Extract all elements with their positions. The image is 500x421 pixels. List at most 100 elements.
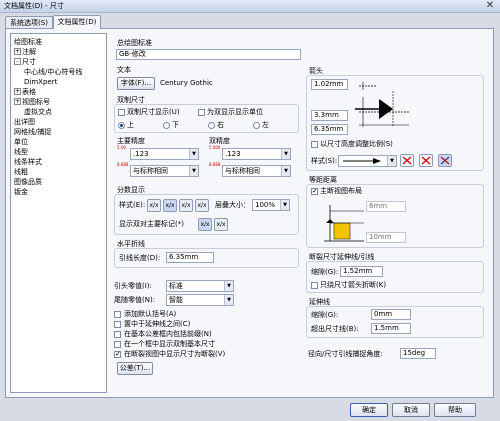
tree-item-image-quality[interactable]: 图像品质 <box>14 177 42 187</box>
tree-label: 线条样式 <box>14 158 42 166</box>
pos-left-radio[interactable] <box>253 122 260 129</box>
tree-label: 图像品质 <box>14 178 42 186</box>
tree-item-drafting-standard[interactable]: 绘图标准 <box>14 37 42 47</box>
option-4-checkbox[interactable] <box>114 341 121 348</box>
tree-item-detailing[interactable]: 出详图 <box>14 117 35 127</box>
break-gap-field[interactable]: 1.52mm <box>340 266 383 277</box>
expand-icon[interactable]: + <box>14 98 21 105</box>
break-gap-label: 缩隙(G): <box>311 268 339 276</box>
dual-mark-1-button[interactable]: x/x <box>198 218 212 231</box>
tolerance-preview-icon: 8.888 <box>117 162 129 167</box>
chevron-down-icon: ▼ <box>189 149 198 159</box>
option-5-label: 在断裂视图中显示尺寸为断裂(V) <box>124 350 226 358</box>
dual-precision-select[interactable]: .123 ▼ <box>222 148 291 160</box>
tree-item-units[interactable]: 单位 <box>14 137 28 147</box>
option-5-checkbox[interactable]: ✓ <box>114 351 121 358</box>
collapse-icon[interactable]: - <box>14 58 21 65</box>
tree-item-dimensions[interactable]: - 尺寸 <box>14 57 36 67</box>
arrow-style-select[interactable]: ▼ <box>338 155 397 167</box>
fraction-style-label: 样式(E): <box>119 201 146 209</box>
pos-left-label: 左 <box>262 121 269 129</box>
tolerance-button[interactable]: 公差(T)... <box>117 362 153 375</box>
fraction-style-4-button[interactable]: x/x <box>195 199 209 212</box>
primary-tolerance-precision-select[interactable]: 与标称相同 ▼ <box>130 165 199 177</box>
tree-item-sheet-metal[interactable]: 钣金 <box>14 187 28 197</box>
tab-document-properties[interactable]: 文档属性(D) <box>53 15 101 29</box>
chevron-down-icon: ▼ <box>224 295 233 305</box>
arrow-style-preview-icon <box>343 158 381 164</box>
dual-precision-preview-icon: 5.000 <box>209 145 221 150</box>
tree-label: 表格 <box>22 88 36 96</box>
tree-item-view-labels[interactable]: + 视图标号 <box>14 97 50 107</box>
dual-units-checkbox[interactable] <box>198 109 205 116</box>
tree-item-centerlines[interactable]: 中心线/中心符号线 <box>24 67 82 77</box>
trailing-zeros-select[interactable]: 智能 ▼ <box>166 294 234 306</box>
tree-item-annotations[interactable]: + 注解 <box>14 47 36 57</box>
option-1-checkbox[interactable] <box>114 311 121 318</box>
arrow-width-field[interactable]: 1.02mm <box>311 79 348 90</box>
dual-display-checkbox[interactable] <box>118 109 125 116</box>
tree-item-line-font[interactable]: 线型 <box>14 147 28 157</box>
font-button[interactable]: 字体(F)... <box>117 77 155 90</box>
arrow-length-field[interactable]: 6.35mm <box>311 124 348 135</box>
overall-standard-field: GB-修改 <box>116 49 301 60</box>
pos-bottom-label: 下 <box>172 121 179 129</box>
snap-layout-label: 主断视图布局 <box>320 187 362 195</box>
arrow-inside-icon[interactable] <box>419 154 433 167</box>
select-value: 与标称相同 <box>225 167 260 175</box>
tree-item-dimxpert[interactable]: DimXpert <box>24 77 57 87</box>
fraction-style-3-button[interactable]: x/x <box>179 199 193 212</box>
offset-1-field[interactable]: 6mm <box>366 201 406 212</box>
tree-item-virtual-sharps[interactable]: 虚拟交点 <box>24 107 52 117</box>
font-name: Century Gothic <box>160 79 213 87</box>
window-title: 文档属性(D) - 尺寸 <box>4 2 64 10</box>
stack-size-label: 层叠大小： <box>215 201 250 209</box>
tree-item-line-thickness[interactable]: 线粗 <box>14 167 28 177</box>
fraction-style-2-button[interactable]: x/x <box>163 199 177 212</box>
pos-right-radio[interactable] <box>208 122 215 129</box>
offset-2-field[interactable]: 10mm <box>366 232 406 243</box>
dual-tolerance-preview-icon: 8.888 <box>209 162 221 167</box>
extension-gap-field[interactable]: 0mm <box>371 309 411 320</box>
beyond-field[interactable]: 1.5mm <box>371 323 411 334</box>
fraction-style-1-button[interactable]: x/x <box>147 199 161 212</box>
arrow-height-field[interactable]: 3.3mm <box>311 110 348 121</box>
tree-label: 出详图 <box>14 118 35 126</box>
ok-button[interactable]: 确定 <box>350 403 388 417</box>
tree-item-line-style[interactable]: 线条样式 <box>14 157 42 167</box>
option-3-checkbox[interactable] <box>114 331 121 338</box>
expand-icon[interactable]: + <box>14 48 21 55</box>
chevron-down-icon: ▼ <box>189 166 198 176</box>
close-icon[interactable]: ✕ <box>483 1 497 12</box>
option-4-label: 在一个框中显示双制基本尺寸 <box>124 340 215 348</box>
break-arrows-only-checkbox[interactable] <box>311 282 318 289</box>
dual-tolerance-precision-select[interactable]: 与标称相同 ▼ <box>222 165 291 177</box>
stack-size-select[interactable]: 100% ▼ <box>252 199 290 211</box>
snap-angle-field[interactable]: 15deg <box>400 348 436 359</box>
tree-item-tables[interactable]: + 表格 <box>14 87 36 97</box>
snap-layout-checkbox[interactable]: ✓ <box>311 188 318 195</box>
option-2-checkbox[interactable] <box>114 321 121 328</box>
arrow-smart-icon[interactable] <box>438 154 452 167</box>
arrow-outside-icon[interactable] <box>400 154 414 167</box>
pos-top-radio[interactable] <box>118 122 125 129</box>
cancel-button[interactable]: 取消 <box>392 403 430 417</box>
tree-label: 单位 <box>14 138 28 146</box>
scale-with-height-checkbox[interactable] <box>311 141 318 148</box>
primary-precision-select[interactable]: .123 ▼ <box>130 148 199 160</box>
tree-label: 尺寸 <box>22 58 36 66</box>
select-value: 与标称相同 <box>133 167 168 175</box>
pos-right-label: 右 <box>217 121 224 129</box>
offset-diagram <box>324 205 364 242</box>
tree-item-grid-snap[interactable]: 网格线/捕捉 <box>14 127 51 137</box>
leading-zeros-select[interactable]: 标准 ▼ <box>166 280 234 292</box>
leader-length-field[interactable]: 6.35mm <box>166 252 214 263</box>
select-value: .123 <box>225 150 241 158</box>
tab-label: 文档属性(D) <box>57 18 97 26</box>
help-button[interactable]: 帮助 <box>434 403 476 417</box>
dual-mark-2-button[interactable]: x/x <box>214 218 228 231</box>
expand-icon[interactable]: + <box>14 88 21 95</box>
pos-bottom-radio[interactable] <box>163 122 170 129</box>
show-dual-marks-label: 显示双对主要标记(*) <box>119 220 184 228</box>
select-value: 标准 <box>169 282 183 290</box>
